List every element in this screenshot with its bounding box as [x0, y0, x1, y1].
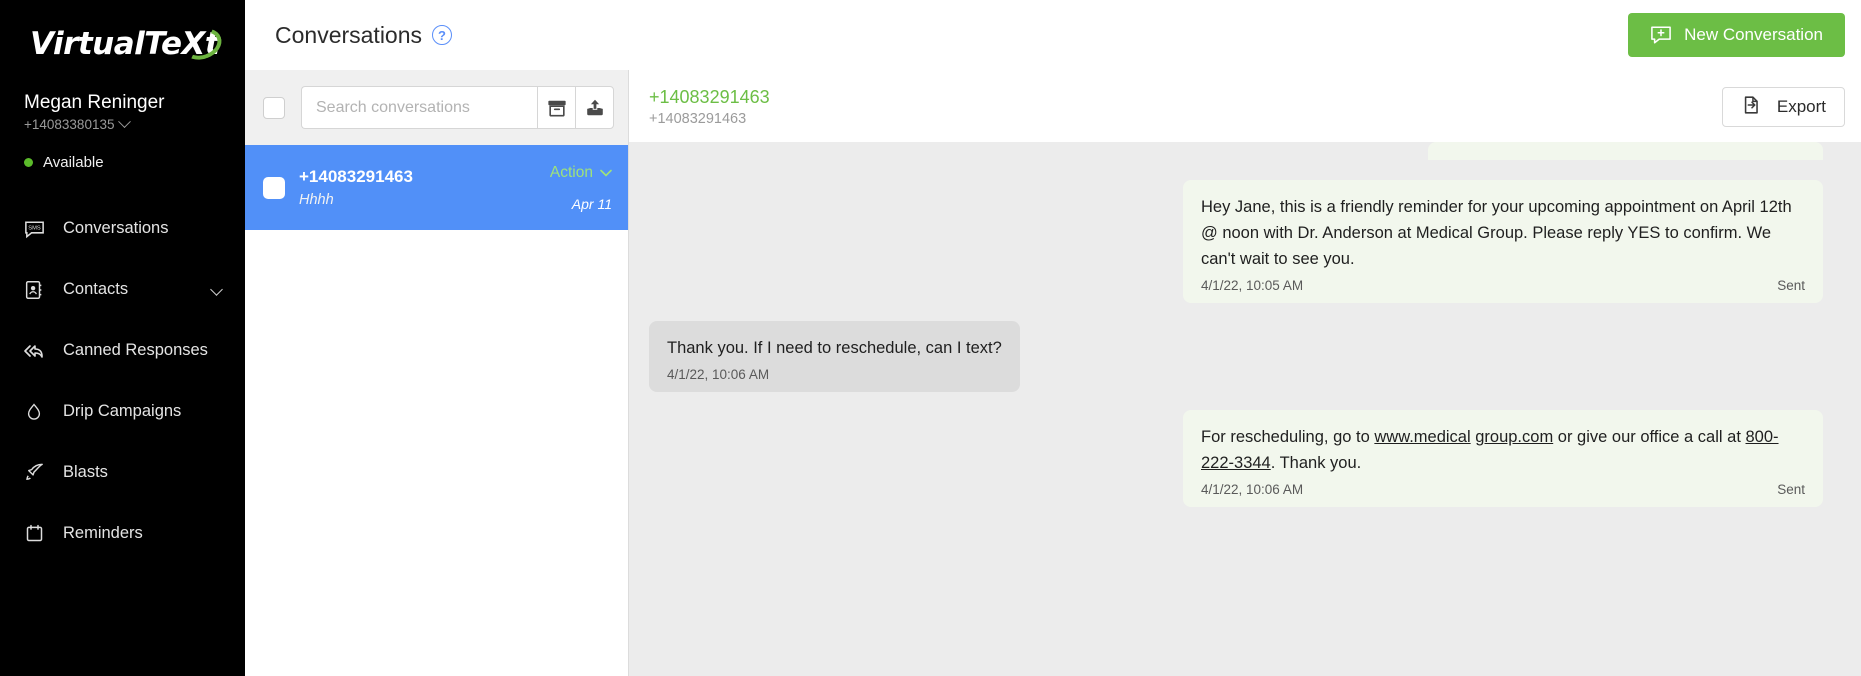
message-bubble-cutoff — [1428, 142, 1823, 160]
user-phone-row[interactable]: +14083380135 — [24, 115, 245, 132]
message-text: Thank you. If I need to reschedule, can … — [667, 339, 1002, 357]
main-area: Conversations ? New Conversation Search … — [245, 0, 1861, 676]
conversation-date: Apr 11 — [571, 195, 612, 212]
sidebar-item-label: Canned Responses — [63, 341, 208, 359]
sidebar-item-drip-campaigns[interactable]: Drip Campaigns — [0, 381, 245, 442]
conversation-name: +14083291463 — [299, 166, 413, 186]
calendar-icon — [22, 522, 46, 546]
conversation-preview: Hhhh — [299, 191, 334, 208]
message-text-segment: For rescheduling, go to — [1201, 428, 1375, 446]
body-row: +14083291463 Hhhh Action Apr 11 — [245, 70, 1861, 676]
conversation-action-label: Action — [549, 163, 593, 181]
message-meta: 4/1/22, 10:06 AM — [667, 367, 1002, 382]
new-conversation-button[interactable]: New Conversation — [1628, 13, 1845, 57]
message-meta: 4/1/22, 10:06 AM Sent — [1201, 482, 1805, 497]
message-link[interactable]: www.medical — [1374, 428, 1470, 446]
sidebar-item-label: Reminders — [63, 524, 143, 542]
conversation-list: +14083291463 Hhhh Action Apr 11 — [245, 145, 628, 676]
message-meta: 4/1/22, 10:05 AM Sent — [1201, 278, 1805, 293]
message-status: Sent — [1777, 482, 1805, 497]
chevron-down-icon[interactable] — [118, 115, 132, 129]
sidebar-item-conversations[interactable]: SMS Conversations — [0, 198, 245, 259]
message-thread-panel: +14083291463 +14083291463 Export Hey Jan… — [629, 70, 1861, 676]
conversation-summary: +14083291463 Hhhh — [299, 165, 536, 211]
message-timestamp: 4/1/22, 10:06 AM — [1201, 482, 1304, 497]
sms-bubble-icon: SMS — [22, 217, 46, 241]
water-drop-icon — [22, 400, 46, 424]
export-button[interactable]: Export — [1721, 87, 1845, 127]
message-text-segment: . Thank you. — [1270, 454, 1362, 472]
message-bubble-outgoing[interactable]: For rescheduling, go to www.medical grou… — [1183, 410, 1823, 507]
message-text-segment: or give our office a call at — [1553, 428, 1746, 446]
message-row: Thank you. If I need to reschedule, can … — [649, 321, 1823, 392]
address-book-icon — [22, 278, 46, 302]
sidebar-item-blasts[interactable]: Blasts — [0, 442, 245, 503]
archive-box-icon[interactable] — [537, 86, 576, 129]
message-row: For rescheduling, go to www.medical grou… — [649, 410, 1823, 507]
conversation-action-dropdown[interactable]: Action — [550, 164, 612, 182]
svg-text:SMS: SMS — [28, 225, 41, 231]
sidebar-item-label: Drip Campaigns — [63, 402, 182, 420]
message-row-partial — [649, 142, 1823, 162]
page-title: Conversations ? — [275, 21, 453, 49]
user-name: Megan Reninger — [24, 92, 165, 113]
thread-header: +14083291463 +14083291463 Export — [629, 70, 1861, 142]
status-dot-icon — [24, 158, 33, 167]
user-phone: +14083380135 — [24, 117, 115, 132]
user-block[interactable]: Megan Reninger +14083380135 — [0, 78, 245, 132]
brand-logo[interactable]: VirtualTeXt — [0, 0, 245, 78]
top-bar: Conversations ? New Conversation — [245, 0, 1861, 70]
logo-text-part1: VirtualTe — [30, 26, 182, 62]
conversation-meta: Action Apr 11 — [550, 164, 612, 212]
message-status: Sent — [1777, 278, 1805, 293]
conversation-checkbox[interactable] — [263, 176, 285, 199]
sidebar-nav: SMS Conversations Contacts Canned Respon… — [0, 198, 245, 564]
reply-all-icon — [22, 339, 46, 363]
chevron-down-icon[interactable] — [210, 283, 223, 296]
conversation-list-item[interactable]: +14083291463 Hhhh Action Apr 11 — [245, 145, 628, 230]
message-timestamp: 4/1/22, 10:06 AM — [667, 367, 770, 382]
sidebar: VirtualTeXt Megan Reninger +14083380135 … — [0, 0, 245, 676]
sidebar-item-canned-responses[interactable]: Canned Responses — [0, 320, 245, 381]
thread-title: +14083291463 — [649, 87, 770, 107]
thread-subtitle: +14083291463 — [649, 111, 747, 127]
message-text: Hey Jane, this is a friendly reminder fo… — [1201, 198, 1792, 268]
message-timestamp: 4/1/22, 10:05 AM — [1201, 278, 1304, 293]
conversation-list-panel: +14083291463 Hhhh Action Apr 11 — [245, 70, 629, 676]
message-bubble-incoming[interactable]: Thank you. If I need to reschedule, can … — [649, 321, 1020, 392]
export-label: Export — [1776, 97, 1826, 116]
app-root: VirtualTeXt Megan Reninger +14083380135 … — [0, 0, 1861, 676]
select-all-checkbox[interactable] — [263, 96, 285, 119]
sidebar-item-label: Conversations — [63, 219, 169, 237]
logo-text-x: X — [181, 26, 205, 62]
status-label: Available — [43, 154, 104, 171]
message-text-rich: For rescheduling, go to www.medical grou… — [1201, 424, 1805, 476]
page-title-text: Conversations — [275, 21, 423, 48]
export-icon — [1741, 94, 1763, 121]
sidebar-item-contacts[interactable]: Contacts — [0, 259, 245, 320]
rocket-icon — [22, 461, 46, 485]
status-row[interactable]: Available — [0, 132, 245, 171]
message-row: Hey Jane, this is a friendly reminder fo… — [649, 180, 1823, 303]
new-conversation-label: New Conversation — [1684, 25, 1823, 44]
new-message-icon — [1650, 25, 1672, 45]
message-bubble-outgoing[interactable]: Hey Jane, this is a friendly reminder fo… — [1183, 180, 1823, 303]
messages-container[interactable]: Hey Jane, this is a friendly reminder fo… — [629, 142, 1861, 676]
chevron-down-icon — [600, 164, 612, 182]
help-icon[interactable]: ? — [432, 25, 453, 45]
conversation-toolbar — [245, 70, 628, 145]
thread-identity: +14083291463 +14083291463 — [649, 85, 770, 129]
sidebar-item-label: Blasts — [63, 463, 108, 481]
sidebar-item-label: Contacts — [63, 280, 129, 298]
upload-icon[interactable] — [575, 86, 614, 129]
sidebar-item-reminders[interactable]: Reminders — [0, 503, 245, 564]
search-input[interactable] — [301, 86, 537, 129]
message-link[interactable]: group.com — [1475, 428, 1553, 446]
